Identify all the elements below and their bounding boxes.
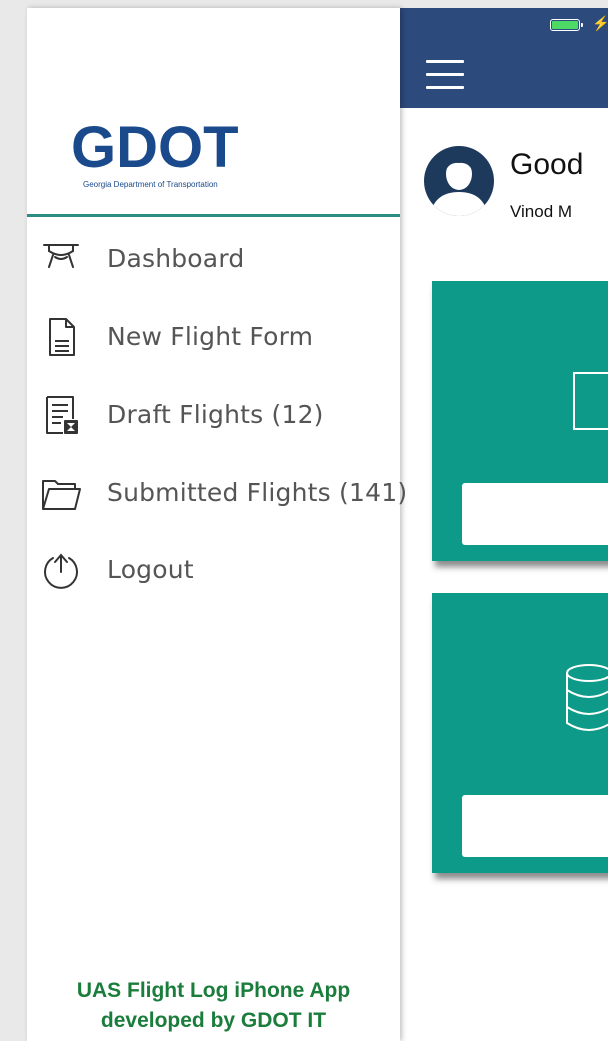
footer-line-2: developed by GDOT IT xyxy=(100,1009,327,1032)
logout-arrow-up-icon xyxy=(44,553,78,589)
menu-label-draft-flights: Draft Flights (12) xyxy=(107,400,324,429)
menu-label-logout: Logout xyxy=(107,555,194,584)
menu-item-logout[interactable]: Logout xyxy=(37,545,397,595)
avatar xyxy=(424,146,494,216)
user-name: Vinod M xyxy=(510,202,573,221)
hamburger-menu-icon[interactable] xyxy=(426,60,464,90)
nav-bar: ⚡ xyxy=(400,8,608,108)
drawer-divider xyxy=(27,214,400,217)
menu-label-dashboard: Dashboard xyxy=(107,244,245,273)
database-icon xyxy=(566,664,608,731)
flights-card-button[interactable] xyxy=(462,795,608,857)
logo-text: GDOT xyxy=(71,115,239,180)
charging-bolt-icon: ⚡ xyxy=(592,15,608,31)
gdot-logo: GDOT Georgia Department of Transportatio… xyxy=(71,116,311,198)
greeting-text: Good xyxy=(510,148,584,181)
menu-item-new-flight-form[interactable]: New Flight Form xyxy=(37,312,397,362)
new-flight-card[interactable] xyxy=(432,281,608,561)
folder-icon xyxy=(42,480,81,510)
battery-icon xyxy=(550,19,583,31)
side-drawer: GDOT Georgia Department of Transportatio… xyxy=(27,8,407,1041)
menu-item-dashboard[interactable]: Dashboard xyxy=(37,234,397,284)
menu-label-submitted-flights: Submitted Flights (141) xyxy=(107,478,408,507)
new-flight-card-button[interactable] xyxy=(462,483,608,545)
document-icon xyxy=(49,318,75,356)
app-credit-footer: UAS Flight Log iPhone App developed by G… xyxy=(27,976,400,1036)
footer-line-1: UAS Flight Log iPhone App xyxy=(76,979,351,1002)
drone-icon xyxy=(43,244,79,268)
document-icon xyxy=(573,372,608,430)
dashboard-screen: ⚡ Good Vinod M xyxy=(400,8,608,1041)
menu-item-submitted-flights[interactable]: Submitted Flights (141) xyxy=(37,468,407,518)
flights-card[interactable] xyxy=(432,593,608,873)
logo-subtitle: Georgia Department of Transportation xyxy=(83,180,218,189)
menu-label-new-flight-form: New Flight Form xyxy=(107,322,314,351)
menu-item-draft-flights[interactable]: Draft Flights (12) xyxy=(37,390,397,440)
draft-document-hourglass-icon xyxy=(46,396,78,434)
